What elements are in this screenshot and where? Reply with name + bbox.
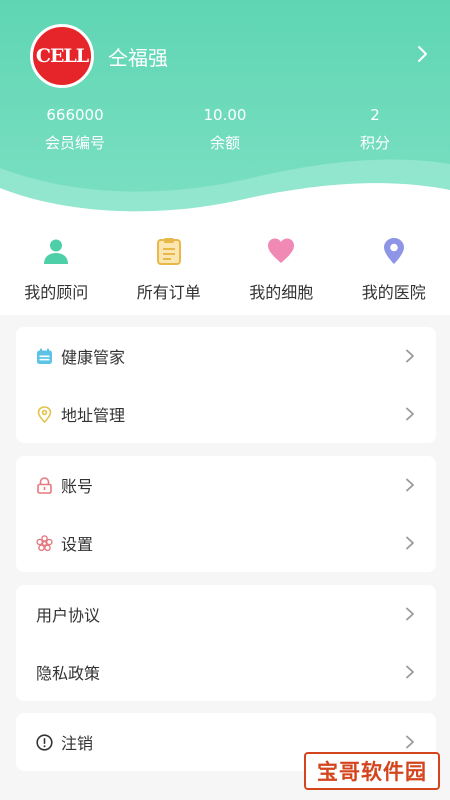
stat-label: 积分	[359, 134, 390, 152]
exclamation-circle-icon	[36, 733, 53, 751]
menu-label: 地址管理	[61, 406, 126, 425]
quick-actions: 我的顾问 所有订单 我的细胞 我的医院	[0, 225, 450, 315]
stat-value: 2	[370, 106, 380, 124]
stat-balance[interactable]: 10.00 余额	[150, 104, 300, 154]
menu-item-health-manager[interactable]: 健康管家	[16, 327, 436, 385]
menu-label: 账号	[61, 477, 94, 496]
menu-item-user-agreement[interactable]: 用户协议	[16, 585, 436, 643]
quick-all-orders[interactable]: 所有订单	[113, 225, 226, 315]
quick-my-hospital[interactable]: 我的医院	[338, 225, 450, 315]
quick-label: 我的细胞	[249, 283, 314, 302]
stat-label: 会员编号	[44, 134, 105, 152]
quick-label: 我的医院	[361, 283, 426, 302]
chevron-right-icon	[406, 349, 414, 363]
menu-item-address-management[interactable]: 地址管理	[16, 385, 436, 443]
chevron-right-icon	[406, 607, 414, 621]
stat-label: 余额	[209, 134, 240, 152]
quick-my-advisor[interactable]: 我的顾问	[0, 225, 113, 315]
stats-row: 666000 会员编号 10.00 余额 2 积分	[0, 104, 450, 154]
profile-header: CELL 仝福强 666000 会员编号 10.00 余额 2 积分	[0, 0, 450, 225]
menu-card-account: 账号 设置	[16, 456, 436, 572]
menu-item-account[interactable]: 账号	[16, 456, 436, 514]
avatar[interactable]: CELL	[30, 24, 94, 88]
chevron-right-icon	[406, 478, 414, 492]
menu-item-settings[interactable]: 设置	[16, 514, 436, 572]
header-wave	[0, 159, 450, 225]
menu-label: 用户协议	[36, 606, 101, 625]
person-icon	[44, 239, 69, 264]
quick-my-cells[interactable]: 我的细胞	[225, 225, 338, 315]
menu-item-privacy-policy[interactable]: 隐私政策	[16, 643, 436, 701]
menu-card-health: 健康管家 地址管理	[16, 327, 436, 443]
chevron-right-icon	[406, 665, 414, 679]
chevron-right-icon	[406, 536, 414, 550]
menu-label: 健康管家	[61, 348, 126, 367]
stat-value: 666000	[46, 106, 104, 124]
stat-points[interactable]: 2 积分	[300, 104, 450, 154]
quick-label: 我的顾问	[24, 283, 89, 302]
lock-icon	[37, 476, 52, 494]
clipboard-icon	[156, 238, 181, 265]
location-pin-icon	[383, 238, 404, 264]
chevron-right-icon[interactable]	[412, 44, 432, 64]
heart-icon	[268, 238, 295, 263]
watermark: 宝哥软件园	[304, 752, 440, 790]
chevron-right-icon	[406, 407, 414, 421]
username: 仝福强	[108, 46, 168, 70]
quick-label: 所有订单	[136, 283, 201, 302]
calendar-icon	[37, 348, 52, 364]
stat-member-id[interactable]: 666000 会员编号	[0, 104, 150, 154]
location-icon	[37, 405, 52, 423]
menu-label: 注销	[61, 734, 94, 753]
chevron-right-icon	[406, 735, 414, 749]
menu-card-legal: 用户协议 隐私政策	[16, 585, 436, 701]
menu-label: 设置	[61, 535, 94, 554]
menu-label: 隐私政策	[36, 664, 101, 683]
stat-value: 10.00	[203, 106, 247, 124]
flower-settings-icon	[36, 534, 53, 551]
